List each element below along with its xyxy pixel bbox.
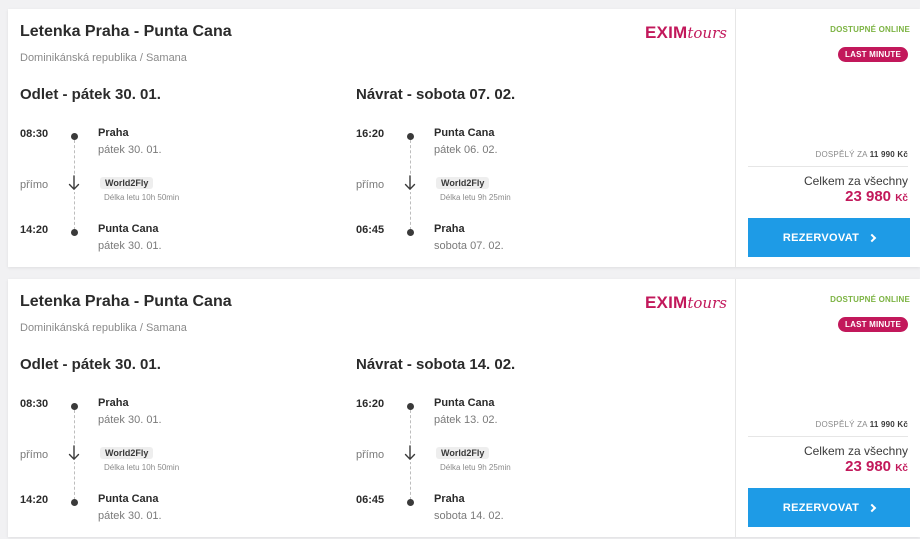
arrow-down-icon bbox=[66, 444, 82, 462]
departure-date: pátek 06. 02. bbox=[434, 144, 498, 156]
available-online-badge: DOSTUPNÉ ONLINE bbox=[830, 25, 910, 34]
timeline-dot-icon bbox=[407, 229, 414, 236]
offer-price-panel: DOSTUPNÉ ONLINE LAST MINUTE DOSPĚLÝ ZA 1… bbox=[735, 279, 920, 537]
offer-card: Letenka Praha - Punta Cana Dominikánská … bbox=[8, 279, 920, 537]
last-minute-badge: LAST MINUTE bbox=[838, 317, 908, 332]
flight-duration: Délka letu 9h 25min bbox=[440, 193, 511, 202]
total-label: Celkem za všechny bbox=[803, 174, 908, 188]
airline-badge: World2Fly bbox=[100, 447, 154, 459]
arrival-time: 06:45 bbox=[356, 494, 385, 506]
flight-duration: Délka letu 10h 50min bbox=[104, 463, 180, 472]
leg-heading: Návrat - sobota 14. 02. bbox=[356, 356, 516, 373]
arrival-date: pátek 30. 01. bbox=[98, 510, 162, 522]
arrival-time: 14:20 bbox=[20, 494, 49, 506]
departure-city: Praha bbox=[98, 127, 129, 139]
leg-heading: Odlet - pátek 30. 01. bbox=[20, 86, 161, 103]
divider bbox=[748, 436, 908, 437]
arrival-time: 14:20 bbox=[20, 224, 49, 236]
arrow-down-icon bbox=[66, 174, 82, 192]
departure-time: 16:20 bbox=[356, 128, 385, 140]
arrival-city: Punta Cana bbox=[98, 223, 159, 235]
return-flight: Návrat - sobota 14. 02. 16:20 Punta Cana… bbox=[356, 279, 686, 537]
direct-label: přímo bbox=[356, 179, 385, 191]
direct-label: přímo bbox=[20, 179, 49, 191]
departure-time: 08:30 bbox=[20, 128, 49, 140]
arrow-down-icon bbox=[402, 444, 418, 462]
departure-date: pátek 30. 01. bbox=[98, 414, 162, 426]
flight-duration: Délka letu 9h 25min bbox=[440, 463, 511, 472]
departure-time: 08:30 bbox=[20, 398, 49, 410]
reserve-button[interactable]: REZERVOVAT bbox=[748, 218, 910, 257]
arrival-city: Praha bbox=[434, 493, 465, 505]
timeline-dot-icon bbox=[407, 403, 414, 410]
timeline-dot-icon bbox=[71, 499, 78, 506]
arrival-date: sobota 07. 02. bbox=[434, 240, 504, 252]
outbound-flight: Odlet - pátek 30. 01. 08:30 Praha pátek … bbox=[20, 279, 350, 537]
outbound-flight: Odlet - pátek 30. 01. 08:30 Praha pátek … bbox=[20, 9, 350, 267]
offer-card: Letenka Praha - Punta Cana Dominikánská … bbox=[8, 9, 920, 267]
departure-city: Punta Cana bbox=[434, 127, 495, 139]
arrow-down-icon bbox=[402, 174, 418, 192]
departure-city: Punta Cana bbox=[434, 397, 495, 409]
airline-badge: World2Fly bbox=[436, 447, 490, 459]
timeline-dot-icon bbox=[407, 133, 414, 140]
divider bbox=[748, 166, 908, 167]
timeline-dot-icon bbox=[71, 229, 78, 236]
chevron-right-icon bbox=[867, 233, 877, 242]
arrival-date: pátek 30. 01. bbox=[98, 240, 162, 252]
return-flight: Návrat - sobota 07. 02. 16:20 Punta Cana… bbox=[356, 9, 686, 267]
airline-badge: World2Fly bbox=[436, 177, 490, 189]
departure-city: Praha bbox=[98, 397, 129, 409]
departure-date: pátek 30. 01. bbox=[98, 144, 162, 156]
offer-main: Letenka Praha - Punta Cana Dominikánská … bbox=[8, 279, 735, 537]
adult-price: DOSPĚLÝ ZA 11 990 Kč bbox=[815, 150, 908, 159]
chevron-right-icon bbox=[867, 503, 877, 512]
adult-price: DOSPĚLÝ ZA 11 990 Kč bbox=[815, 420, 908, 429]
timeline-dot-icon bbox=[71, 403, 78, 410]
flight-duration: Délka letu 10h 50min bbox=[104, 193, 180, 202]
reserve-button[interactable]: REZERVOVAT bbox=[748, 488, 910, 527]
timeline-dot-icon bbox=[407, 499, 414, 506]
arrival-date: sobota 14. 02. bbox=[434, 510, 504, 522]
offer-price-panel: DOSTUPNÉ ONLINE LAST MINUTE DOSPĚLÝ ZA 1… bbox=[735, 9, 920, 267]
leg-heading: Návrat - sobota 07. 02. bbox=[356, 86, 516, 103]
arrival-city: Praha bbox=[434, 223, 465, 235]
direct-label: přímo bbox=[356, 449, 385, 461]
airline-badge: World2Fly bbox=[100, 177, 154, 189]
timeline-dot-icon bbox=[71, 133, 78, 140]
total-price: 23 980 Kč bbox=[845, 188, 908, 205]
arrival-city: Punta Cana bbox=[98, 493, 159, 505]
last-minute-badge: LAST MINUTE bbox=[838, 47, 908, 62]
arrival-time: 06:45 bbox=[356, 224, 385, 236]
total-label: Celkem za všechny bbox=[803, 444, 908, 458]
leg-heading: Odlet - pátek 30. 01. bbox=[20, 356, 161, 373]
departure-time: 16:20 bbox=[356, 398, 385, 410]
offer-main: Letenka Praha - Punta Cana Dominikánská … bbox=[8, 9, 735, 267]
departure-date: pátek 13. 02. bbox=[434, 414, 498, 426]
total-price: 23 980 Kč bbox=[845, 458, 908, 475]
available-online-badge: DOSTUPNÉ ONLINE bbox=[830, 295, 910, 304]
direct-label: přímo bbox=[20, 449, 49, 461]
